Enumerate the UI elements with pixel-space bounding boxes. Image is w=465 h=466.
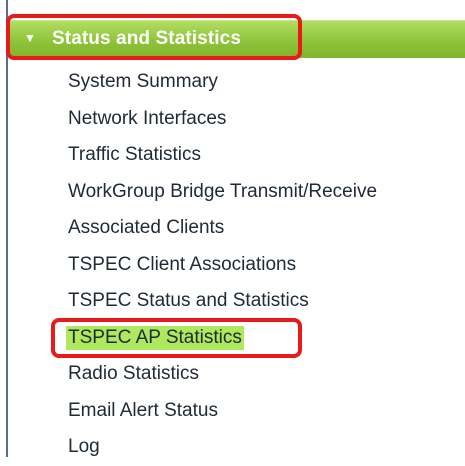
menu-item-log[interactable]: Log — [68, 429, 377, 466]
menu-item-traffic-statistics[interactable]: Traffic Statistics — [68, 137, 377, 174]
header-callout-box — [6, 14, 302, 60]
menu-item-label[interactable]: Log — [68, 436, 100, 458]
left-border — [6, 0, 8, 457]
menu-item-associated-clients[interactable]: Associated Clients — [68, 210, 377, 247]
selected-item-callout-box — [51, 318, 302, 358]
menu-item-label[interactable]: TSPEC Status and Statistics — [68, 290, 309, 312]
menu-item-label[interactable]: Associated Clients — [68, 217, 224, 239]
menu-item-email-alert-status[interactable]: Email Alert Status — [68, 393, 377, 430]
menu-item-system-summary[interactable]: System Summary — [68, 64, 377, 101]
menu-item-label[interactable]: TSPEC Client Associations — [68, 254, 296, 276]
menu-item-network-interfaces[interactable]: Network Interfaces — [68, 101, 377, 138]
menu-item-tspec-status-and-statistics[interactable]: TSPEC Status and Statistics — [68, 283, 377, 320]
menu-item-tspec-client-associations[interactable]: TSPEC Client Associations — [68, 247, 377, 284]
menu-item-label[interactable]: System Summary — [68, 71, 218, 93]
menu-item-label[interactable]: Network Interfaces — [68, 108, 226, 130]
menu-item-label[interactable]: WorkGroup Bridge Transmit/Receive — [68, 181, 377, 203]
menu-item-label[interactable]: Email Alert Status — [68, 400, 218, 422]
menu-item-label[interactable]: Traffic Statistics — [68, 144, 201, 166]
menu-item-radio-statistics[interactable]: Radio Statistics — [68, 356, 377, 393]
status-menu: System Summary Network Interfaces Traffi… — [66, 64, 377, 466]
menu-item-workgroup-bridge[interactable]: WorkGroup Bridge Transmit/Receive — [68, 174, 377, 211]
menu-item-label[interactable]: Radio Statistics — [68, 363, 199, 385]
